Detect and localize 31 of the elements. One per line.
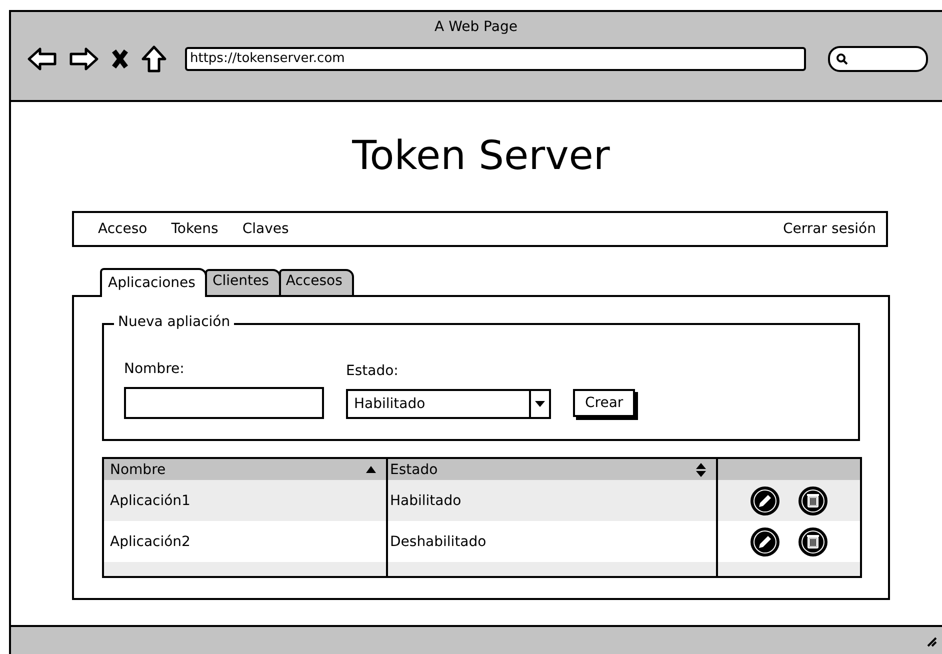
table-cell: Habilitado	[390, 492, 462, 508]
forward-icon[interactable]	[69, 47, 99, 71]
table-cell: Aplicación2	[110, 534, 190, 550]
state-dropdown[interactable]: Habilitado	[346, 389, 551, 419]
window-title: A Web Page	[434, 18, 518, 35]
search-icon	[836, 53, 848, 65]
tab[interactable]: Clientes	[205, 269, 281, 295]
edit-icon[interactable]	[750, 486, 780, 516]
address-field[interactable]: https://tokenserver.com	[185, 47, 806, 71]
page-title: Token Server	[351, 132, 611, 181]
table-cell: Deshabilitado	[390, 534, 486, 550]
close-icon[interactable]	[111, 49, 129, 69]
name-input-field[interactable]	[124, 387, 324, 419]
resize-grip-icon[interactable]	[925, 635, 937, 647]
tab[interactable]: Accesos	[278, 269, 354, 295]
tab[interactable]: Aplicaciones	[100, 268, 208, 297]
nav-link[interactable]: Tokens	[171, 221, 218, 237]
caret-icon	[535, 401, 545, 407]
table-cell: Aplicación1	[110, 492, 190, 508]
trash-icon[interactable]	[798, 526, 828, 556]
nav-link[interactable]: Claves	[242, 221, 289, 237]
group-legend: Nueva apliación	[114, 314, 234, 330]
back-icon[interactable]	[27, 47, 57, 71]
field-label: Nombre:	[124, 361, 186, 377]
field-label: Estado:	[346, 363, 400, 379]
edit-icon[interactable]	[750, 526, 780, 556]
logout-link[interactable]: Cerrar sesión	[783, 221, 876, 237]
nav-link[interactable]: Acceso	[98, 221, 148, 237]
search-field[interactable]	[828, 46, 928, 72]
create-button[interactable]: Crear	[573, 389, 636, 417]
trash-icon[interactable]	[798, 486, 828, 516]
